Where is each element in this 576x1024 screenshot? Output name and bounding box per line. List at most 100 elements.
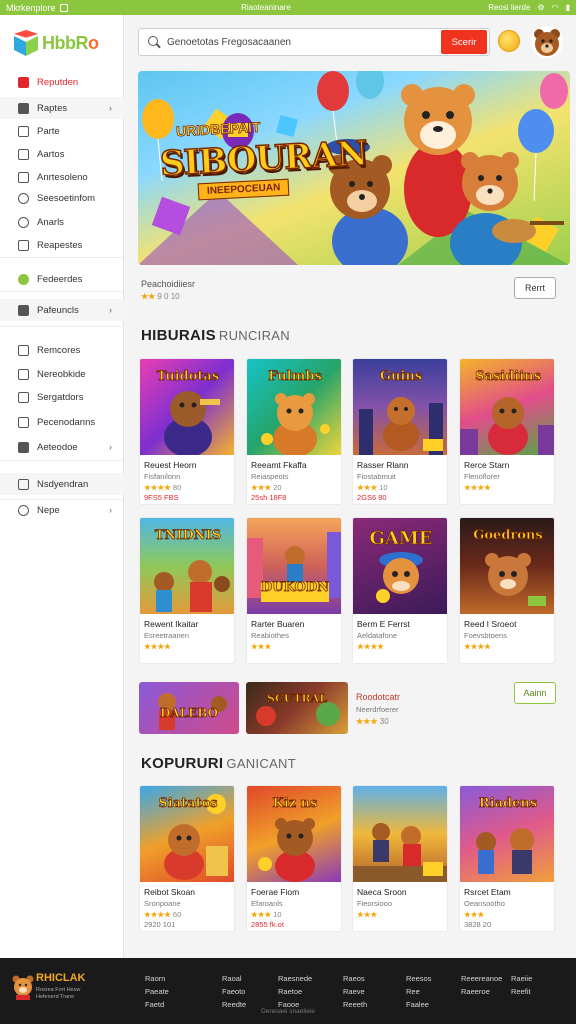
game-card[interactable]: Tuidotas Reuest Heorn Fisfanilonn ★★★★ 80… xyxy=(139,358,235,505)
footer-link[interactable]: Reeereanoe xyxy=(461,972,502,985)
sidebar-item-3[interactable]: Aartos xyxy=(0,143,124,165)
game-card[interactable]: Goedrons Reed I Sroeot Foevsbtoens ★★★★ xyxy=(459,517,555,664)
promo-art xyxy=(256,702,340,726)
sidebar-item-11[interactable]: Nereobkide xyxy=(0,363,124,385)
bear-logo-icon xyxy=(12,975,34,1000)
footer-link[interactable]: Raoal xyxy=(222,972,246,985)
battery-icon: ▮ xyxy=(565,3,570,12)
game-card[interactable]: Fulmbs Reeamt Fkaffa Reiaspeots ★★★ 20 25… xyxy=(246,358,342,505)
game-rating: ★★★★ 60 xyxy=(144,910,182,919)
sidebar-divider xyxy=(0,257,124,258)
search-input[interactable] xyxy=(167,36,441,48)
sidebar-item-9[interactable]: Pafeuncls › xyxy=(0,299,124,321)
logo[interactable]: HbbRo xyxy=(14,27,114,59)
game-card[interactable]: Siatatos Reibot Skoan Sronpoane ★★★★ 60 2… xyxy=(139,785,235,932)
coins-icon[interactable] xyxy=(498,30,520,52)
footer-link[interactable]: Raeos xyxy=(343,972,367,985)
game-card[interactable]: Naeca Sroon Fieorsiooo ★★★ xyxy=(352,785,448,932)
footer-link[interactable]: Reefit xyxy=(511,985,532,998)
settings-status-icon: ⚙ xyxy=(537,3,545,12)
promo-category: Neerdrfoerer xyxy=(356,705,399,714)
game-card[interactable]: DUKODN Rarter Buaren Reabiothes ★★★ xyxy=(246,517,342,664)
footer-link[interactable]: Raesnede xyxy=(278,972,312,985)
footer-link[interactable]: Raorn xyxy=(145,972,169,985)
sidebar-item-8[interactable]: Fedeerdes xyxy=(0,268,124,290)
wifi-icon: ◠ xyxy=(551,3,559,12)
game-card[interactable]: GAME Berm E Ferrst Aeldatafone ★★★★ xyxy=(352,517,448,664)
sidebar-divider xyxy=(0,460,124,461)
square-icon xyxy=(18,171,29,183)
game-card[interactable]: Guins Rasser Rlann Fiostabmuit ★★★ 10 2GS… xyxy=(352,358,448,505)
game-rating: ★★★★ xyxy=(464,483,491,492)
footer-column: Reeereanoe Raeeroe xyxy=(461,972,502,998)
footer-link[interactable]: Raeeroe xyxy=(461,985,502,998)
footer-link[interactable]: Paeate xyxy=(145,985,169,998)
sidebar-item-5[interactable]: Seesoetinfom xyxy=(0,187,124,209)
sidebar-item-label: Fedeerdes xyxy=(37,273,83,285)
sidebar-item-7[interactable]: Reapestes xyxy=(0,234,124,256)
square-icon xyxy=(18,391,29,403)
footer-link[interactable]: Raetoe xyxy=(278,985,312,998)
game-card[interactable]: Sasidiins Rerce Starn Flenoflorer ★★★★ xyxy=(459,358,555,505)
sidebar-item-4[interactable]: Anrtesoleno xyxy=(0,166,124,188)
sidebar-item-10[interactable]: Remcores xyxy=(0,339,124,361)
notification-icon xyxy=(59,3,68,12)
bear-avatar-icon xyxy=(534,29,560,56)
footer-link[interactable]: Reesos xyxy=(406,972,431,985)
footer-link[interactable]: Raeve xyxy=(343,985,367,998)
footer-link[interactable]: Faeoto xyxy=(222,985,246,998)
circle-icon xyxy=(18,504,29,516)
game-card[interactable]: Riadens Rsrcet Etam Oeansootho ★★★ 3828 … xyxy=(459,785,555,932)
game-thumbnail: Fulmbs xyxy=(247,359,341,455)
game-card[interactable]: Kiz ns Foerae Fiom Efaroanls ★★★ 10 2855 … xyxy=(246,785,342,932)
game-rating: ★★★★ xyxy=(357,642,384,651)
square-icon xyxy=(18,368,29,380)
promo-action-button[interactable]: Aainn xyxy=(514,682,556,704)
game-thumbnail: Siatatos xyxy=(140,786,234,882)
search-button[interactable]: Scerir xyxy=(441,30,487,54)
promo-thumbnail[interactable]: SCUTRAL xyxy=(246,682,348,734)
game-name: Rasser Rlann xyxy=(357,460,409,470)
hero-banner[interactable]: URIDBEPAIT SIBOURAN INEEPOCEUAN xyxy=(138,71,570,265)
chevron-right-icon: › xyxy=(109,305,112,315)
game-category: Efaroanls xyxy=(251,899,283,908)
sidebar-item-label: Aartos xyxy=(37,148,65,160)
section-title: HIBURAIS RUNCIRAN xyxy=(141,327,290,344)
sidebar-item-12[interactable]: Sergatdors xyxy=(0,386,124,408)
hero-action-button[interactable]: Rerrt xyxy=(514,277,556,299)
game-rating: ★★★ xyxy=(251,642,272,651)
footer-link[interactable]: Raeiie xyxy=(511,972,532,985)
avatar[interactable] xyxy=(531,26,563,58)
footer-logo[interactable]: RHICLAK Rosrea Fort Hesw Hefenerd Trane xyxy=(12,970,102,1010)
game-card[interactable]: TNIDNIS Rewent Ikaitar Esreetraanen ★★★★ xyxy=(139,517,235,664)
sidebar-item-14[interactable]: Aeteodoe › xyxy=(0,436,124,458)
game-category: Flenoflorer xyxy=(464,472,500,481)
game-category: Reabiothes xyxy=(251,631,289,640)
square-icon xyxy=(18,478,29,490)
sidebar-item-15[interactable]: Nsdyendran xyxy=(0,473,124,495)
game-thumbnail: Kiz ns xyxy=(247,786,341,882)
sidebar-item-1[interactable]: Raptes › xyxy=(0,97,124,119)
promo-thumbnail[interactable]: DALEBO xyxy=(139,682,239,734)
folder-icon xyxy=(18,441,29,453)
grid-icon xyxy=(18,102,29,114)
square-icon xyxy=(18,344,29,356)
people-icon xyxy=(18,192,29,204)
sidebar-item-0[interactable]: Reputden xyxy=(0,71,124,93)
sidebar-item-6[interactable]: Anarls xyxy=(0,211,124,233)
game-price: 2920 101 xyxy=(144,920,176,929)
game-category: Reiaspeots xyxy=(251,472,289,481)
sidebar-item-label: Pecenodanns xyxy=(37,416,96,428)
sidebar-item-label: Anrtesoleno xyxy=(37,171,88,183)
footer-link[interactable]: Ree xyxy=(406,985,431,998)
sidebar-item-16[interactable]: Nepe › xyxy=(0,499,124,521)
section-title: KOPURURI GANICANT xyxy=(141,755,296,772)
sidebar-item-13[interactable]: Pecenodanns xyxy=(0,411,124,433)
promo-meta: Roodotcatr Neerdrfoerer ★★★ 30 xyxy=(356,692,400,726)
character-art xyxy=(247,532,341,602)
game-rating: ★★★ 10 xyxy=(357,483,388,492)
status-left-text: Mkrkenplore xyxy=(6,2,56,13)
game-thumbnail: TNIDNIS xyxy=(140,518,234,614)
search-icon[interactable] xyxy=(139,29,167,55)
sidebar-item-2[interactable]: Parte xyxy=(0,120,124,142)
